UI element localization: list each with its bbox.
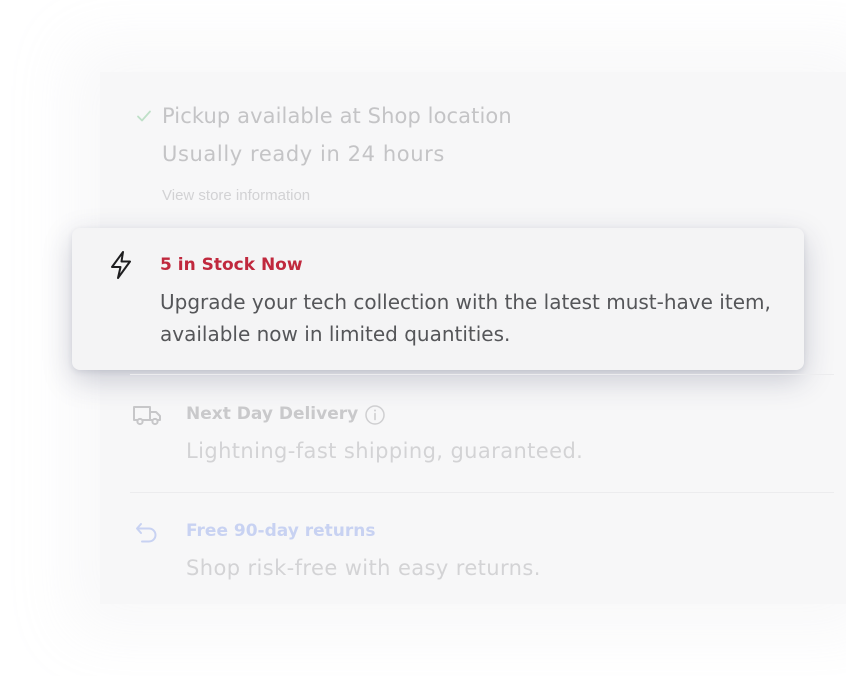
stock-callout-card: 5 in Stock Now Upgrade your tech collect…	[72, 228, 804, 370]
lightning-bolt-icon	[111, 251, 131, 279]
stock-count-title: 5 in Stock Now	[160, 255, 303, 275]
info-icon[interactable]	[364, 404, 386, 426]
pickup-title: Pickup available at Shop location	[162, 104, 512, 128]
stock-description: Upgrade your tech collection with the la…	[160, 290, 771, 346]
returns-subtitle: Shop risk-free with easy returns.	[186, 556, 541, 580]
truck-icon	[133, 406, 161, 426]
returns-title[interactable]: Free 90-day returns	[186, 521, 375, 541]
return-arrow-icon	[136, 523, 157, 543]
check-icon	[137, 110, 151, 122]
view-store-information-link[interactable]: View store information	[162, 187, 310, 204]
divider	[130, 374, 834, 375]
delivery-subtitle: Lightning-fast shipping, guaranteed.	[186, 439, 584, 463]
divider	[130, 492, 834, 493]
delivery-title: Next Day Delivery	[186, 404, 359, 424]
stage: Pickup available at Shop location Usuall…	[0, 0, 846, 676]
pickup-subtitle: Usually ready in 24 hours	[162, 142, 445, 166]
